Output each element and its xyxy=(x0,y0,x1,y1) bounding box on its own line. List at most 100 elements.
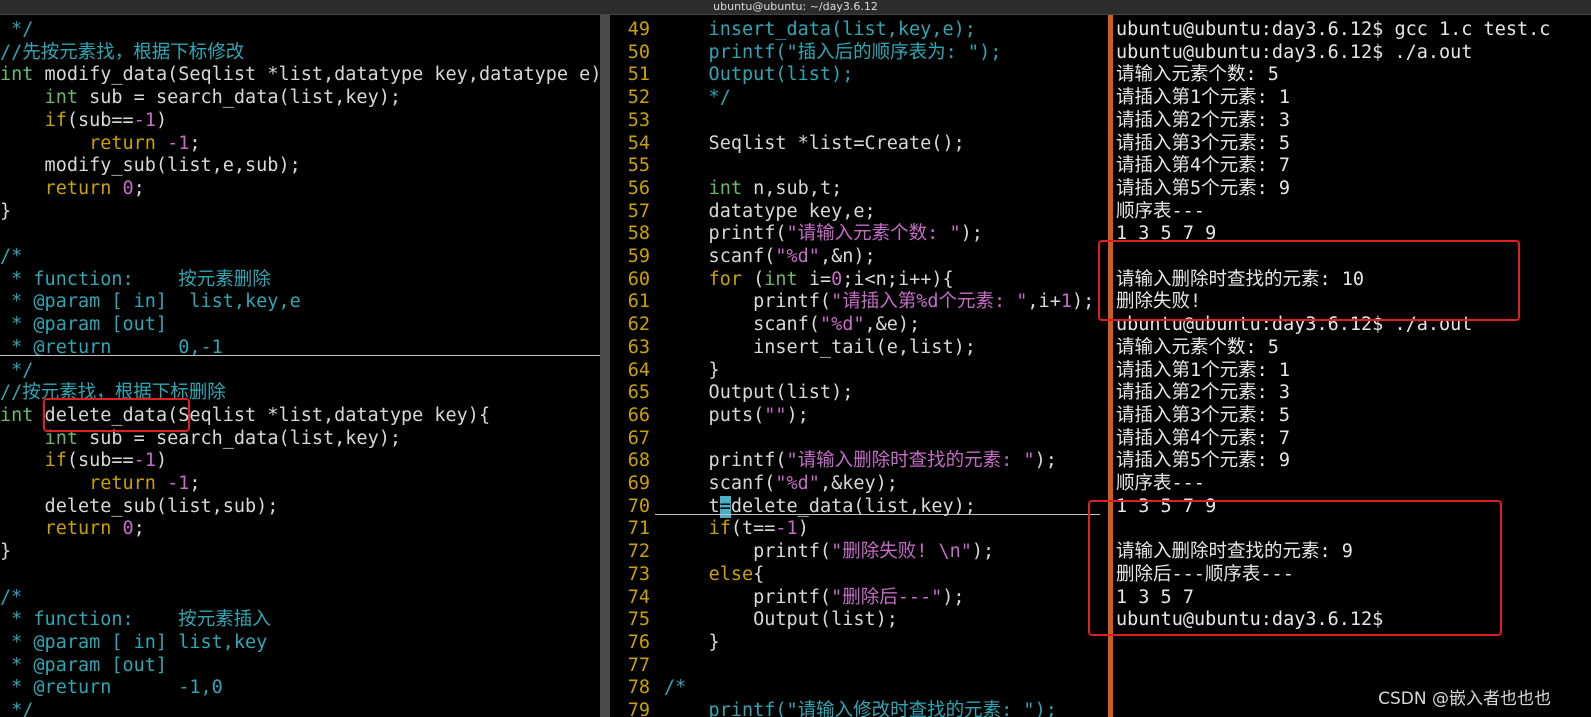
code-line[interactable]: 65 Output(list); xyxy=(610,382,1108,405)
code-token: printf("插入后的顺序表为: "); xyxy=(664,41,1002,63)
code-token: "请插入第%d个元素: " xyxy=(831,291,1028,313)
code-token: 0 xyxy=(831,268,843,290)
code-token: ); xyxy=(1071,291,1095,313)
code-line[interactable]: */ xyxy=(0,19,600,42)
code-line[interactable]: 54 Seqlist *list=Create(); xyxy=(610,133,1108,156)
code-line[interactable]: * @return -1,0 xyxy=(0,677,600,700)
code-line[interactable]: 62 scanf("%d",&e); xyxy=(610,314,1108,337)
line-number: 50 xyxy=(627,41,650,63)
code-token: else xyxy=(708,563,754,585)
code-line[interactable]: return -1; xyxy=(0,473,600,496)
code-line[interactable]: */ xyxy=(0,360,600,383)
code-line[interactable]: 77 xyxy=(610,655,1108,678)
code-line[interactable]: * @return 0,-1 xyxy=(0,337,600,360)
code-line[interactable]: 69 scanf("%d",&key); xyxy=(610,473,1108,496)
code-line[interactable]: * function: 按元素插入 xyxy=(0,609,600,632)
code-token: ); xyxy=(971,541,995,563)
annotation-box-delete-success xyxy=(1088,500,1502,636)
code-token: */ xyxy=(0,359,34,381)
code-line[interactable]: 63 insert_tail(e,list); xyxy=(610,337,1108,360)
code-line[interactable]: * @param [ in] list,key xyxy=(0,632,600,655)
vim-window-split-line xyxy=(0,355,600,356)
code-line[interactable]: /* xyxy=(0,587,600,610)
line-number: 58 xyxy=(627,223,650,245)
terminal-line: 请插入第4个元素: 7 xyxy=(1116,427,1291,449)
code-line[interactable]: 71 if(t==-1) xyxy=(610,518,1108,541)
code-token: /* xyxy=(0,246,23,267)
code-line[interactable]: delete_sub(list,sub); xyxy=(0,496,600,519)
code-line[interactable]: 72 printf("删除失败! \n"); xyxy=(610,541,1108,564)
code-line[interactable]: if(sub==-1) xyxy=(0,450,600,473)
code-line[interactable]: 57 datatype key,e; xyxy=(610,201,1108,224)
annotation-box-delete-failed xyxy=(1098,240,1520,321)
code-line[interactable]: return 0; xyxy=(0,178,600,201)
code-line[interactable]: 79 printf("请输入修改时查找的元素: "); xyxy=(610,700,1108,717)
code-line[interactable]: if(sub==-1) xyxy=(0,110,600,133)
code-token: if xyxy=(44,450,67,472)
line-number: 57 xyxy=(627,200,650,222)
code-line[interactable]: 66 puts(""); xyxy=(610,405,1108,428)
code-token: ,&key); xyxy=(819,473,898,494)
terminal-line: 请插入第4个元素: 7 xyxy=(1116,155,1291,177)
code-token: ; xyxy=(133,177,145,199)
code-line[interactable]: 55 xyxy=(610,155,1108,178)
code-line[interactable]: 75 Output(list); xyxy=(610,609,1108,632)
vim-left-pane[interactable]: *///先按元素找，根据下标修改 int modify_data(Seqlist … xyxy=(0,15,600,717)
window-titlebar[interactable]: ubuntu@ubuntu: ~/day3.6.12 xyxy=(0,0,1591,15)
vim-right-pane[interactable]: 49 insert_data(list,key,e); 50 printf("插入… xyxy=(610,15,1108,717)
code-line[interactable]: } xyxy=(0,201,600,224)
code-line[interactable]: * function: 按元素删除 xyxy=(0,269,600,292)
code-token: ) xyxy=(797,518,809,540)
code-line[interactable]: 61 printf("请插入第%d个元素: ",i+1); xyxy=(610,291,1108,314)
code-line[interactable]: 78 /* xyxy=(610,677,1108,700)
vim-split-scrollbar[interactable] xyxy=(600,15,610,717)
code-token: * @param [ in] list,key xyxy=(0,631,268,653)
code-line[interactable] xyxy=(0,223,600,246)
code-line[interactable]: 64 } xyxy=(610,360,1108,383)
code-line[interactable]: 58 printf("请输入元素个数: "); xyxy=(610,223,1108,246)
code-line[interactable]: * @param [out] xyxy=(0,655,600,678)
code-line[interactable]: 73 else{ xyxy=(610,564,1108,587)
line-number: 79 xyxy=(627,700,650,717)
code-line[interactable]: 76 } xyxy=(610,632,1108,655)
code-line[interactable]: 50 printf("插入后的顺序表为: "); xyxy=(610,42,1108,65)
code-line[interactable]: 49 insert_data(list,key,e); xyxy=(610,19,1108,42)
code-token: (sub== xyxy=(66,109,134,131)
code-line[interactable]: 52 */ xyxy=(610,87,1108,110)
code-line[interactable]: //先按元素找，根据下标修改 xyxy=(0,42,600,65)
code-token: ); xyxy=(786,404,809,426)
code-line[interactable]: 51 Output(list); xyxy=(610,64,1108,87)
code-line[interactable]: 67 xyxy=(610,428,1108,451)
code-line[interactable]: 74 printf("删除后---"); xyxy=(610,587,1108,610)
terminal-line: 请插入第1个元素: 1 xyxy=(1116,87,1291,109)
code-token: return xyxy=(44,518,112,540)
code-line[interactable]: */ xyxy=(0,700,600,717)
line-number: 66 xyxy=(627,404,650,426)
code-line[interactable]: int sub = search_data(list,key); xyxy=(0,87,600,110)
code-token: ); xyxy=(942,586,965,608)
code-line[interactable]: 56 int n,sub,t; xyxy=(610,178,1108,201)
line-number: 75 xyxy=(627,609,650,631)
code-line[interactable]: /* xyxy=(0,246,600,269)
code-line[interactable]: * @param [out] xyxy=(0,314,600,337)
code-line[interactable]: 60 for (int i=0;i<n;i++){ xyxy=(610,269,1108,292)
code-line[interactable]: return -1; xyxy=(0,133,600,156)
code-line[interactable]: int modify_data(Seqlist *list,datatype k… xyxy=(0,64,600,87)
code-line[interactable]: * @param [ in] list,key,e xyxy=(0,291,600,314)
code-line[interactable]: modify_sub(list,e,sub); xyxy=(0,155,600,178)
code-line[interactable]: 68 printf("请输入删除时查找的元素: "); xyxy=(610,450,1108,473)
window-title: ubuntu@ubuntu: ~/day3.6.12 xyxy=(713,0,878,13)
code-line[interactable] xyxy=(0,564,600,587)
line-number: 64 xyxy=(627,359,650,381)
code-line[interactable]: 53 xyxy=(610,110,1108,133)
code-token: "请输入元素个数: " xyxy=(786,223,961,245)
code-line[interactable]: } xyxy=(0,541,600,564)
code-line[interactable]: return 0; xyxy=(0,518,600,541)
code-line[interactable]: 59 scanf("%d",&n); xyxy=(610,246,1108,269)
code-token: */ xyxy=(664,87,731,109)
